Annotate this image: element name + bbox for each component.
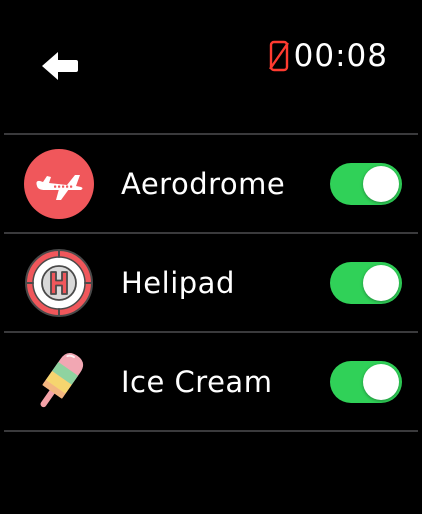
aerodrome-toggle[interactable] [330,163,402,205]
list-item-label: Ice Cream [121,364,273,399]
helipad-icon [23,247,95,319]
back-arrow-icon [42,52,78,80]
ice-cream-icon [23,346,95,418]
toggle-knob [363,265,399,301]
toggle-knob [363,364,399,400]
list-item-helipad: Helipad [4,234,418,331]
list-item-aerodrome: Aerodrome [4,135,418,232]
list-item-ice-cream: Ice Cream [4,333,418,430]
divider [4,430,418,432]
status-bar: 00:08 [266,36,388,76]
layer-list: Aerodrome Helipad Ice Cream [4,133,418,432]
toggle-knob [363,166,399,202]
list-item-label: Helipad [121,265,235,300]
clock-time: 00:08 [293,38,388,74]
phone-disconnected-icon [266,38,292,74]
ice-cream-toggle[interactable] [330,361,402,403]
airplane-icon [23,148,95,220]
back-button[interactable] [38,46,82,86]
helipad-toggle[interactable] [330,262,402,304]
list-item-label: Aerodrome [121,166,286,201]
header: 00:08 [0,0,422,120]
